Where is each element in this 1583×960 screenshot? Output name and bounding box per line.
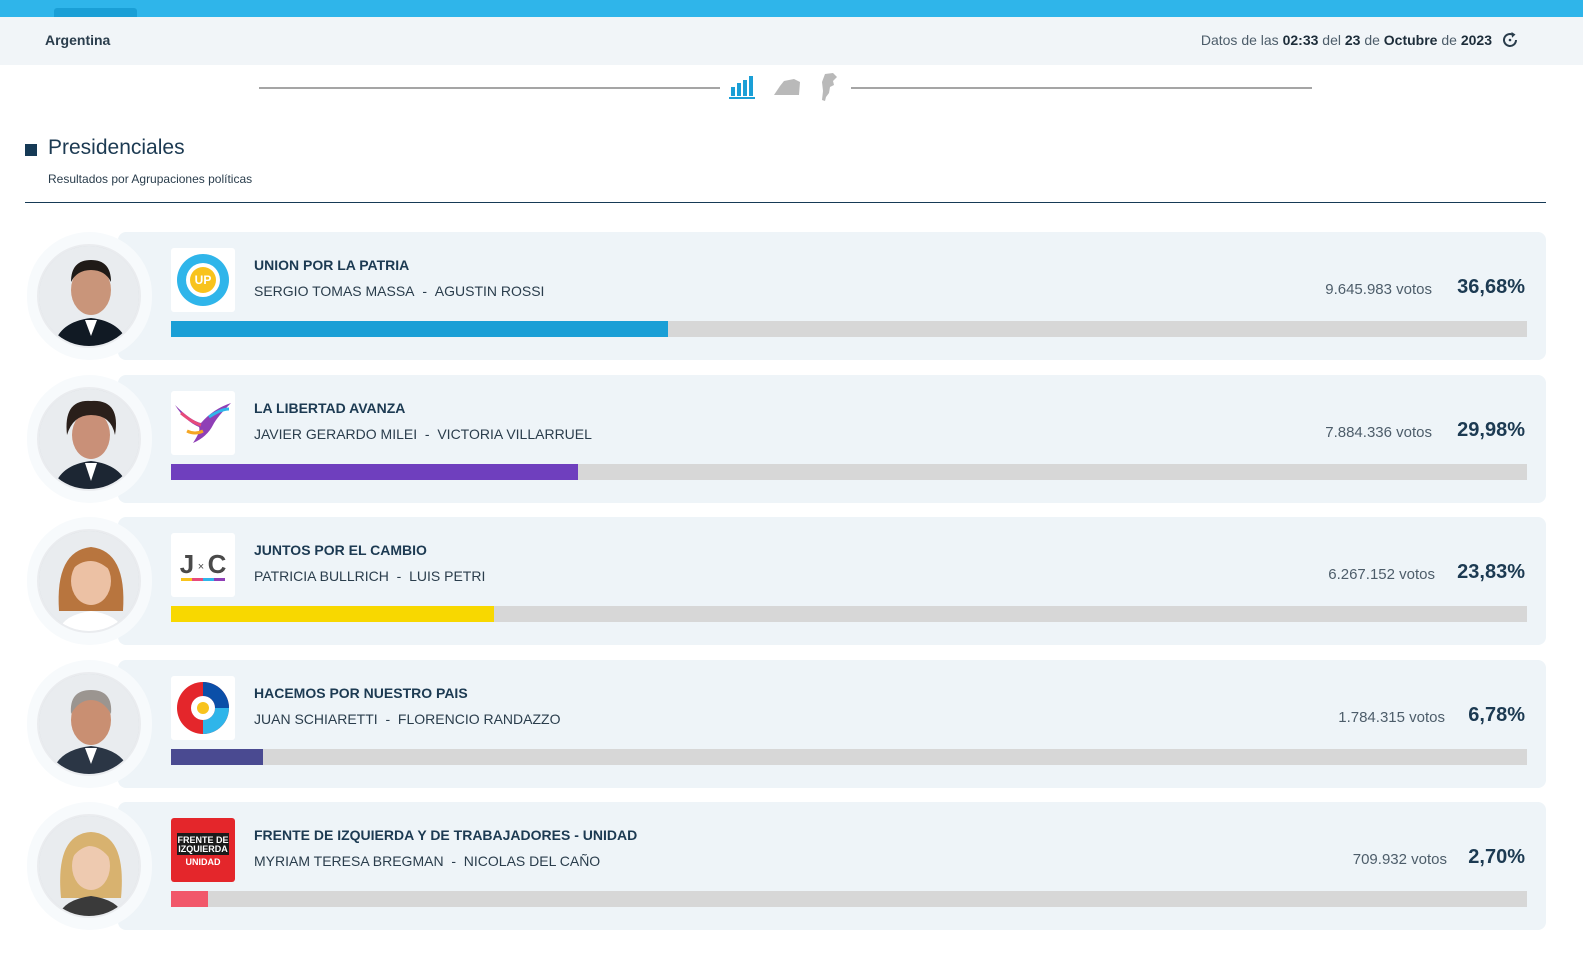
party-logo-union-por-la-patria: UP <box>171 248 235 312</box>
candidate-president: JUAN SCHIARETTI <box>254 711 378 727</box>
stamp-day: 23 <box>1344 32 1361 48</box>
candidate-separator: - <box>385 711 391 727</box>
candidate-vice: NICOLAS DEL CAÑO <box>463 853 601 869</box>
progress-bar <box>171 891 1527 907</box>
party-logo-frente-de-izquierda: FRENTE DE IZQUIERDA UNIDAD <box>171 818 235 882</box>
candidate-president: MYRIAM TERESA BREGMAN <box>254 853 444 869</box>
nav-divider-right <box>851 87 1312 89</box>
vote-percentage: 36,68% <box>1457 276 1525 298</box>
data-timestamp: Datos de las 02:33 del 23 de Octubre de … <box>1201 32 1492 48</box>
logo-text: UNIDAD <box>186 857 221 867</box>
section-marker <box>25 144 37 156</box>
stamp-month: Octubre <box>1383 32 1438 48</box>
candidate-separator: - <box>424 426 430 442</box>
progress-bar-fill <box>171 321 669 337</box>
candidate-vice: VICTORIA VILLARRUEL <box>437 426 592 442</box>
candidate-vice: AGUSTIN ROSSI <box>434 283 545 299</box>
candidate-avatar <box>37 814 141 918</box>
votes-count: 1.784.315 votos <box>1338 709 1445 726</box>
candidate-vice: LUIS PETRI <box>409 568 486 584</box>
bar-chart-icon[interactable] <box>728 72 758 102</box>
party-name: HACEMOS POR NUESTRO PAIS <box>254 685 468 701</box>
progress-bar-fill <box>171 464 578 480</box>
candidate-separator: - <box>396 568 402 584</box>
province-map-icon[interactable] <box>772 72 802 102</box>
region-label: Argentina <box>45 32 111 48</box>
nav-divider-left <box>259 87 720 89</box>
logo-text: × <box>198 561 204 573</box>
stamp-del: del <box>1322 32 1341 48</box>
candidate-vice: FLORENCIO RANDAZZO <box>397 711 561 727</box>
progress-bar <box>171 606 1527 622</box>
progress-bar-fill <box>171 606 495 622</box>
stamp-de: de <box>1441 32 1457 48</box>
refresh-icon[interactable] <box>1499 29 1521 51</box>
candidates: JUAN SCHIARETTI - FLORENCIO RANDAZZO <box>254 711 561 727</box>
candidates: SERGIO TOMAS MASSA - AGUSTIN ROSSI <box>254 283 544 299</box>
top-accent-bar <box>0 0 1583 17</box>
candidate-avatar <box>37 529 141 633</box>
candidate-president: JAVIER GERARDO MILEI <box>254 426 418 442</box>
candidates: JAVIER GERARDO MILEI - VICTORIA VILLARRU… <box>254 426 592 442</box>
candidate-separator: - <box>451 853 457 869</box>
progress-bar-fill <box>171 749 263 765</box>
votes-count: 709.932 votos <box>1352 851 1447 868</box>
country-map-icon[interactable] <box>815 72 845 102</box>
votes-count: 6.267.152 votos <box>1328 566 1435 583</box>
party-name: LA LIBERTAD AVANZA <box>254 400 406 416</box>
section-divider <box>25 202 1546 203</box>
votes-count: 9.645.983 votos <box>1325 281 1432 298</box>
party-name: UNION POR LA PATRIA <box>254 257 410 273</box>
progress-bar-fill <box>171 891 208 907</box>
progress-bar <box>171 749 1527 765</box>
progress-bar <box>171 321 1527 337</box>
candidates: PATRICIA BULLRICH - LUIS PETRI <box>254 568 485 584</box>
votes-count: 7.884.336 votos <box>1325 424 1432 441</box>
party-logo-juntos-por-el-cambio: J × C <box>171 533 235 597</box>
stamp-prefix: Datos de las <box>1200 32 1279 48</box>
progress-bar <box>171 464 1527 480</box>
candidate-avatar <box>37 672 141 776</box>
vote-percentage: 29,98% <box>1457 419 1525 441</box>
stamp-time: 02:33 <box>1282 32 1319 48</box>
candidates: MYRIAM TERESA BREGMAN - NICOLAS DEL CAÑO <box>254 853 600 869</box>
logo-text: IZQUIERDA <box>178 844 228 854</box>
candidate-avatar <box>37 387 141 491</box>
active-tab-indicator <box>54 8 137 17</box>
candidate-president: PATRICIA BULLRICH <box>254 568 389 584</box>
section-subtitle: Resultados por Agrupaciones políticas <box>48 172 253 186</box>
party-name: JUNTOS POR EL CAMBIO <box>254 542 427 558</box>
vote-percentage: 23,83% <box>1457 561 1525 583</box>
candidate-avatar <box>37 244 141 348</box>
logo-text: J <box>180 549 194 579</box>
logo-text: UP <box>195 273 212 287</box>
stamp-year: 2023 <box>1460 32 1492 48</box>
stamp-de: de <box>1364 32 1380 48</box>
vote-percentage: 6,78% <box>1468 704 1525 726</box>
logo-text: C <box>208 549 227 579</box>
section-title: Presidenciales <box>48 136 185 159</box>
candidate-president: SERGIO TOMAS MASSA <box>254 283 415 299</box>
party-name: FRENTE DE IZQUIERDA Y DE TRABAJADORES - … <box>254 827 638 843</box>
vote-percentage: 2,70% <box>1468 846 1525 868</box>
party-logo-la-libertad-avanza <box>171 391 235 455</box>
header-bar: Argentina Datos de las 02:33 del 23 de O… <box>0 17 1583 65</box>
party-logo-hacemos-por-nuestro-pais <box>171 676 235 740</box>
candidate-separator: - <box>422 283 427 299</box>
